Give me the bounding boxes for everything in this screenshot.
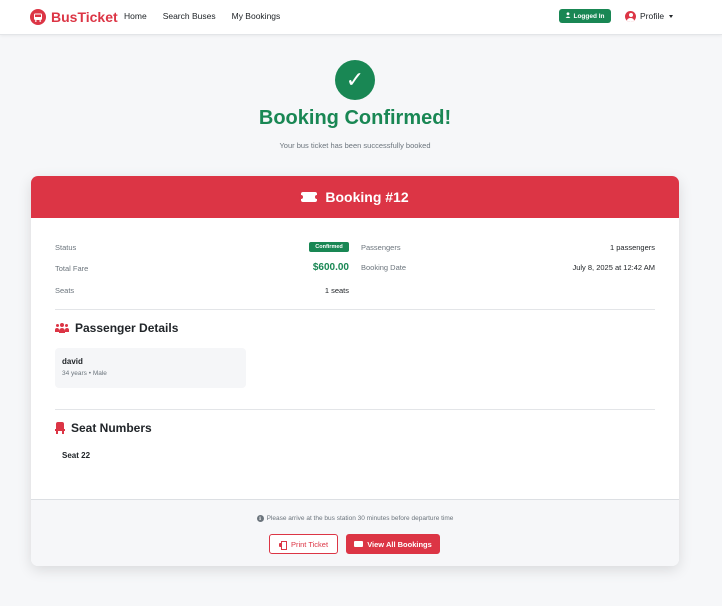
brand-name: BusTicket xyxy=(51,9,118,25)
status-badge: Confirmed xyxy=(309,242,349,252)
total-fare-label: Total Fare xyxy=(55,264,89,273)
passenger-name: david xyxy=(62,357,83,366)
arrival-note: i Please arrive at the bus station 30 mi… xyxy=(31,515,679,522)
page-title: Booking Confirmed! xyxy=(258,107,452,129)
users-icon xyxy=(55,323,69,333)
logged-in-label: Logged In xyxy=(573,12,605,20)
booking-card-footer: i Please arrive at the bus station 30 mi… xyxy=(31,499,679,566)
booking-card-header: Booking #12 xyxy=(31,176,679,218)
print-ticket-button[interactable]: Print Ticket xyxy=(269,534,338,554)
seat-numbers-title: Seat Numbers xyxy=(71,421,152,435)
booking-date-value: July 8, 2025 at 12:42 AM xyxy=(572,263,655,272)
printer-icon xyxy=(278,540,287,550)
total-fare-value: $600.00 xyxy=(312,262,349,273)
passenger-meta: 34 years • Male xyxy=(62,370,107,377)
view-all-bookings-label: View All Bookings xyxy=(367,539,432,549)
status-label: Status xyxy=(55,243,77,252)
user-check-icon xyxy=(565,12,571,20)
booking-number: Booking #12 xyxy=(325,189,409,205)
seat-numbers-heading: Seat Numbers xyxy=(55,421,152,435)
seats-label: Seats xyxy=(55,286,75,295)
user-circle-icon xyxy=(625,10,636,22)
nav-home[interactable]: Home xyxy=(124,11,147,21)
profile-label: Profile xyxy=(640,11,665,21)
divider xyxy=(55,409,655,410)
booking-card: Booking #12 Status Confirmed Total Fare … xyxy=(31,176,679,566)
booking-date-label: Booking Date xyxy=(361,263,407,272)
navbar: BusTicket Home Search Buses My Bookings … xyxy=(0,0,722,35)
passenger-details-title: Passenger Details xyxy=(75,321,179,335)
chevron-down-icon xyxy=(669,14,674,18)
seats-value: 1 seats xyxy=(324,286,349,295)
seat-icon xyxy=(55,422,65,434)
passenger-details-heading: Passenger Details xyxy=(55,321,178,335)
passengers-label: Passengers xyxy=(361,243,401,252)
ticket-icon xyxy=(299,192,320,202)
brand-logo[interactable]: BusTicket xyxy=(30,7,118,27)
print-ticket-label: Print Ticket xyxy=(290,539,329,549)
seat-number: Seat 22 xyxy=(62,451,91,460)
nav-my-bookings[interactable]: My Bookings xyxy=(232,11,281,21)
arrival-note-text: Please arrive at the bus station 30 minu… xyxy=(266,515,454,522)
logged-in-badge: Logged In xyxy=(559,9,611,23)
passenger-card: david 34 years • Male xyxy=(55,348,246,388)
info-icon: i xyxy=(256,515,264,522)
bus-icon xyxy=(30,9,46,25)
profile-dropdown[interactable]: Profile xyxy=(625,9,674,23)
divider xyxy=(55,309,655,310)
check-icon: ✓ xyxy=(335,60,375,100)
passengers-value: 1 passengers xyxy=(609,243,655,252)
nav-links: Home Search Buses My Bookings xyxy=(124,11,280,21)
ticket-icon xyxy=(354,541,364,547)
nav-search-buses[interactable]: Search Buses xyxy=(163,11,216,21)
check-glyph: ✓ xyxy=(345,67,365,93)
view-all-bookings-button[interactable]: View All Bookings xyxy=(346,534,440,554)
page-subtitle: Your bus ticket has been successfully bo… xyxy=(279,141,431,150)
